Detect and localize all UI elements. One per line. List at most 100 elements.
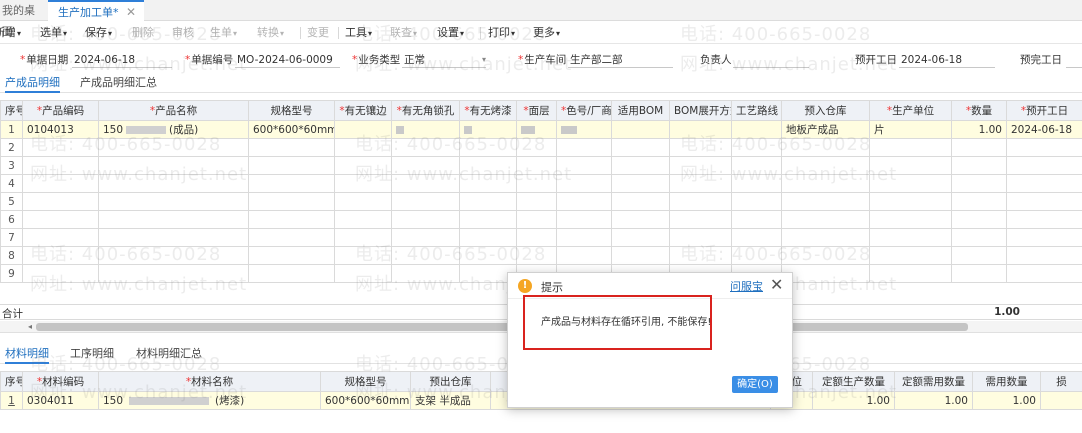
col-header[interactable]: 预出仓库 <box>410 371 491 392</box>
col-header[interactable]: 适用BOM <box>611 100 670 121</box>
unit-cell[interactable]: 片 <box>869 120 952 139</box>
plan-start-field[interactable]: 预开工日 2024-06-18 <box>855 52 1005 70</box>
col-header[interactable]: *材料编码 <box>22 371 99 392</box>
material-warehouse-cell[interactable]: 支架 半成品 <box>410 391 491 410</box>
start-date-cell[interactable]: 2024-06-18 <box>1006 120 1082 139</box>
doc-no-field[interactable]: *单据编号 MO-2024-06-0009 <box>185 52 340 70</box>
qty-cell[interactable]: 1.00 <box>951 120 1007 139</box>
col-header[interactable]: *产品名称 <box>98 100 249 121</box>
table-row[interactable]: 1 0104013 150 (成品) 600*600*60mm 地板产成品 片 1… <box>0 120 1082 139</box>
tab-production-order[interactable]: 生产加工单* ✕ <box>48 0 144 21</box>
tab-material-detail[interactable]: 材料明细 <box>5 346 49 364</box>
paint-cell[interactable] <box>459 120 517 139</box>
route-cell[interactable] <box>731 120 782 139</box>
col-header[interactable]: *面层 <box>516 100 557 121</box>
bom-expand-cell[interactable] <box>669 120 732 139</box>
tab-material-summary[interactable]: 材料明细汇总 <box>136 346 202 364</box>
col-header[interactable]: BOM展开方式 <box>669 100 732 121</box>
chevron-down-icon[interactable]: ▾ <box>482 52 486 68</box>
demand-qty-cell[interactable]: 1.00 <box>972 391 1041 410</box>
owner-field[interactable]: 负责人 <box>700 52 820 70</box>
scroll-left-icon[interactable]: ◂ <box>28 321 32 333</box>
print-button[interactable]: 打印▾ <box>488 22 515 44</box>
workshop-value[interactable]: 生产部二部 <box>568 52 673 68</box>
settings-button[interactable]: 设置▾ <box>437 22 464 44</box>
tab-desktop[interactable]: 我的桌面 <box>0 0 45 38</box>
col-header[interactable]: *有无烤漆 <box>459 100 517 121</box>
col-header[interactable]: 定额需用数量 <box>894 371 973 392</box>
product-grid: 序号 *产品编码 *产品名称 规格型号 *有无镶边 *有无角锁孔 *有无烤漆 *… <box>0 100 1082 283</box>
close-tab-icon[interactable]: ✕ <box>126 2 136 23</box>
query-button[interactable]: 联查▾ <box>390 22 417 44</box>
product-code-cell[interactable]: 0104013 <box>22 120 99 139</box>
material-name-cell[interactable]: 150 (烤漆) <box>98 391 321 410</box>
select-order-button[interactable]: 选单▾ <box>40 22 67 44</box>
tab-process-detail[interactable]: 工序明细 <box>70 346 114 364</box>
table-row[interactable]: 8 <box>0 246 1082 265</box>
col-header[interactable]: *有无角锁孔 <box>391 100 460 121</box>
table-row[interactable]: 6 <box>0 210 1082 229</box>
col-header[interactable]: 工艺路线 <box>731 100 782 121</box>
col-header[interactable]: *材料名称 <box>98 371 321 392</box>
col-header[interactable]: 预入仓库 <box>781 100 870 121</box>
table-row[interactable]: 3 <box>0 156 1082 175</box>
col-header[interactable]: *生产单位 <box>869 100 952 121</box>
spec-cell[interactable]: 600*600*60mm <box>248 120 335 139</box>
plan-end-field[interactable]: 预完工日 <box>1020 52 1082 70</box>
doc-date-field[interactable]: *单据日期 2024-06-18 <box>20 52 180 70</box>
save-button[interactable]: 保存▾ <box>85 22 112 44</box>
col-header[interactable]: 序号 <box>0 371 23 392</box>
quota-production-qty-cell[interactable]: 1.00 <box>812 391 895 410</box>
delete-button[interactable]: 删除 <box>132 22 154 44</box>
biz-type-field[interactable]: *业务类型 正常 ▾ <box>352 52 486 70</box>
convert-button[interactable]: 转换▾ <box>257 22 284 44</box>
audit-button[interactable]: 审核 <box>172 22 194 44</box>
col-header[interactable]: 序号 <box>0 100 23 121</box>
edge-cell[interactable] <box>334 120 392 139</box>
tools-button[interactable]: 工具▾ <box>345 22 372 44</box>
lock-hole-cell[interactable] <box>391 120 460 139</box>
help-link[interactable]: 问服宝 <box>730 278 763 294</box>
col-header[interactable]: 规格型号 <box>320 371 411 392</box>
col-header[interactable]: *预开工日 <box>1006 100 1082 121</box>
surface-cell[interactable] <box>516 120 557 139</box>
ok-button[interactable]: 确定(O) <box>732 376 778 393</box>
warehouse-cell[interactable]: 地板产成品 <box>781 120 870 139</box>
col-header[interactable]: 规格型号 <box>248 100 335 121</box>
close-icon[interactable]: ✕ <box>770 275 783 295</box>
col-header[interactable]: 需用数量 <box>972 371 1041 392</box>
table-row[interactable]: 7 <box>0 228 1082 247</box>
workshop-field[interactable]: *生产车间 生产部二部 <box>518 52 673 70</box>
color-vendor-cell[interactable] <box>556 120 612 139</box>
material-spec-cell[interactable]: 600*600*60mm <box>320 391 411 410</box>
change-button[interactable]: 变更 <box>307 22 329 44</box>
doc-date-value[interactable]: 2024-06-18 <box>72 52 172 68</box>
material-code-cell[interactable]: 0304011 <box>22 391 99 410</box>
product-name-cell[interactable]: 150 (成品) <box>98 120 249 139</box>
col-header[interactable]: *有无镶边 <box>334 100 392 121</box>
tab-product-detail[interactable]: 产成品明细 <box>5 75 60 93</box>
plan-end-value[interactable] <box>1066 52 1082 68</box>
tab-product-summary[interactable]: 产成品明细汇总 <box>80 75 157 93</box>
table-row[interactable]: 5 <box>0 192 1082 211</box>
toolbar-divider <box>480 27 481 39</box>
table-row[interactable]: 4 <box>0 174 1082 193</box>
generate-order-button[interactable]: 生单▾ <box>210 22 237 44</box>
col-header[interactable]: *产品编码 <box>22 100 99 121</box>
redacted-block <box>561 125 577 134</box>
plan-start-value[interactable]: 2024-06-18 <box>899 52 995 68</box>
col-header[interactable]: *数量 <box>951 100 1007 121</box>
redacted-block <box>396 125 404 134</box>
new-button[interactable]: 新增▾ <box>0 22 21 44</box>
doc-no-value[interactable]: MO-2024-06-0009 <box>235 52 340 68</box>
scrollbar-thumb[interactable] <box>36 323 968 331</box>
col-header[interactable]: 损 <box>1040 371 1082 392</box>
table-row[interactable]: 2 <box>0 138 1082 157</box>
owner-value[interactable] <box>733 52 809 68</box>
col-header[interactable]: *色号/厂商 <box>556 100 612 121</box>
bom-cell[interactable] <box>611 120 670 139</box>
biz-type-value[interactable]: 正常 <box>402 52 486 68</box>
more-button[interactable]: 更多▾ <box>533 22 560 44</box>
quota-demand-qty-cell[interactable]: 1.00 <box>894 391 973 410</box>
col-header[interactable]: 定额生产数量 <box>812 371 895 392</box>
